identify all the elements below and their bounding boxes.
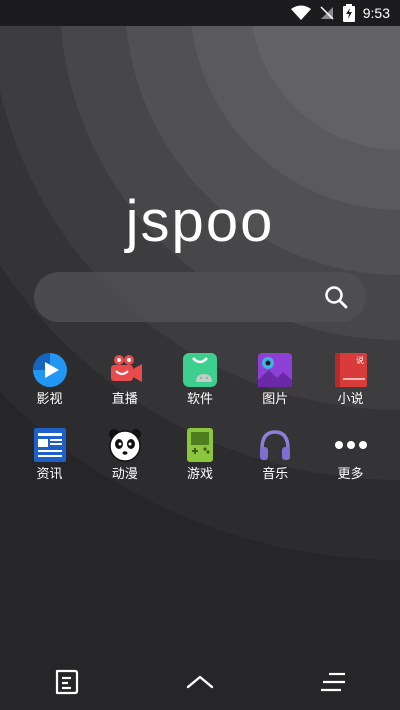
no-signal-icon (320, 6, 334, 20)
camera-icon (110, 355, 142, 382)
news-icon (33, 428, 66, 462)
bookmark-list-icon[interactable] (53, 668, 81, 696)
app-row-2: 资讯 动漫 游戏 音乐 更多 (0, 427, 400, 483)
app-label: 直播 (111, 392, 138, 407)
app-label: 动漫 (111, 467, 138, 482)
app-software[interactable]: 软件 (163, 352, 238, 408)
search-bar[interactable] (34, 272, 366, 322)
app-label: 资讯 (36, 467, 63, 482)
app-label: 影视 (36, 392, 63, 407)
menu-icon[interactable] (319, 668, 347, 696)
video-icon (32, 353, 67, 387)
app-news[interactable]: 资讯 (12, 427, 87, 483)
gameboy-icon (187, 428, 213, 462)
battery-charging-icon (342, 4, 355, 22)
app-grid: 影视 直播 软件 图片 说 小说 资讯 动漫 游戏 音乐 更多 (0, 352, 400, 502)
app-row-1: 影视 直播 软件 图片 说 小说 (0, 352, 400, 408)
app-pictures[interactable]: 图片 (238, 352, 313, 408)
android-bag-icon (183, 353, 217, 387)
panda-icon (108, 429, 141, 462)
app-label: 音乐 (262, 467, 289, 482)
book-icon-text: 说 (356, 355, 364, 365)
picture-icon (258, 353, 293, 387)
app-video[interactable]: 影视 (12, 352, 87, 408)
app-label: 更多 (337, 467, 364, 482)
app-novel[interactable]: 说 小说 (313, 352, 388, 408)
status-bar: 9:53 (0, 0, 400, 26)
app-label: 游戏 (186, 467, 213, 482)
bottom-nav (0, 654, 400, 710)
app-anime[interactable]: 动漫 (87, 427, 162, 483)
wifi-icon (290, 5, 311, 20)
app-live[interactable]: 直播 (87, 352, 162, 408)
app-more[interactable]: 更多 (313, 427, 388, 483)
headphones-icon (260, 430, 291, 460)
brand-logo: jspoo (125, 189, 275, 254)
search-icon[interactable] (324, 285, 348, 309)
app-label: 小说 (337, 392, 364, 407)
chevron-up-icon[interactable] (186, 668, 214, 696)
app-label: 图片 (262, 392, 289, 407)
app-games[interactable]: 游戏 (163, 427, 238, 483)
more-icon (334, 441, 367, 449)
book-icon: 说 (334, 353, 367, 387)
status-time: 9:53 (362, 5, 390, 21)
app-music[interactable]: 音乐 (238, 427, 313, 483)
app-label: 软件 (186, 392, 213, 407)
